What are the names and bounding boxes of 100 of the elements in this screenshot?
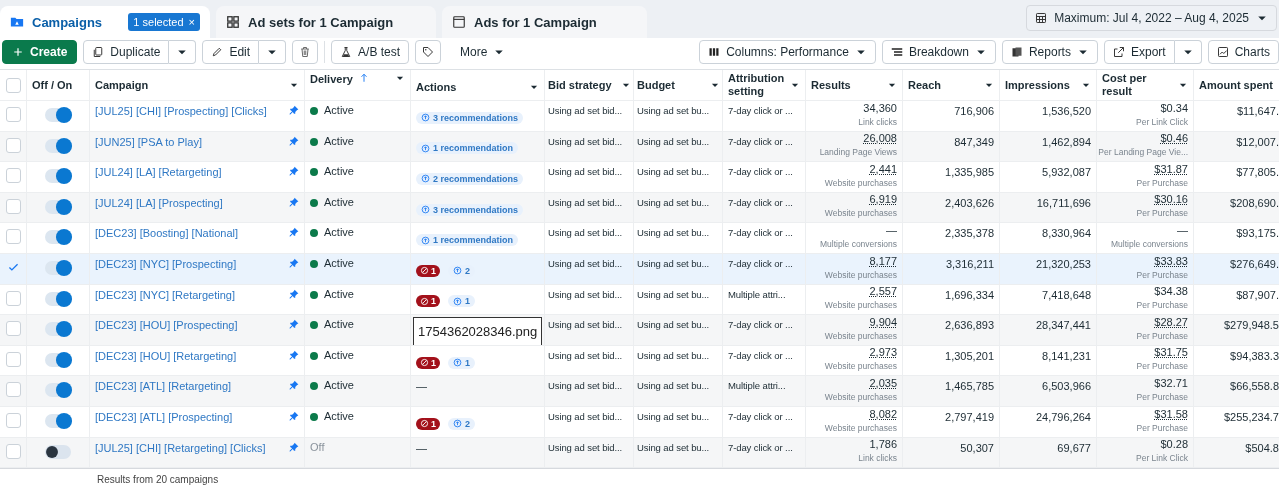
pin-icon [289, 257, 299, 268]
toggle-switch[interactable] [45, 230, 71, 245]
toolbar-button[interactable]: Reports [1001, 39, 1098, 64]
toolbar-button[interactable]: More [447, 39, 519, 64]
row-checkbox[interactable] [5, 382, 21, 398]
toggle-switch[interactable] [45, 138, 71, 153]
column-header[interactable]: Actions [411, 70, 545, 100]
column-header[interactable]: Cost per result [1097, 70, 1194, 100]
bid-strategy-text: Using ad set bid... [548, 105, 623, 116]
toggle-switch[interactable] [45, 413, 71, 428]
row-checkbox[interactable] [5, 443, 21, 459]
toolbar-button[interactable]: Export [1103, 39, 1175, 64]
campaign-link[interactable]: [DEC23] [HOU] [Prospecting] [95, 319, 238, 332]
recommendations-badge[interactable]: 3 recommendations [416, 203, 524, 216]
campaign-link[interactable]: [JUL24] [LA] [Retargeting] [95, 166, 222, 179]
column-header[interactable]: Impressions [1000, 70, 1097, 100]
recommendations-badge[interactable]: 2 [448, 417, 476, 430]
status-dot [310, 290, 318, 299]
tab-label[interactable]: Campaigns [32, 14, 121, 30]
column-header[interactable]: Campaign [90, 70, 305, 100]
toggle-switch[interactable] [45, 352, 71, 367]
row-checkbox[interactable] [5, 137, 21, 153]
tag-button[interactable] [415, 39, 442, 64]
select-all-checkbox[interactable] [5, 77, 21, 93]
recommendations-badge[interactable]: 1 [448, 295, 476, 308]
column-header[interactable]: Delivery [305, 70, 411, 100]
recommendations-badge[interactable]: 3 recommendations [416, 111, 524, 124]
toggle-switch[interactable] [45, 169, 71, 184]
dropdown-button[interactable] [169, 39, 197, 64]
recommendations-badge[interactable]: 1 recommendation [416, 142, 519, 155]
row-checkbox[interactable] [5, 198, 21, 214]
column-header[interactable]: Reach [903, 70, 1000, 100]
row-checkbox[interactable] [5, 107, 21, 122]
error-badge[interactable]: 1 [416, 417, 440, 430]
tab[interactable]: Campaigns 1 selected × [0, 6, 210, 38]
campaign-link[interactable]: [JUL25] [CHI] [Prospecting] [Clicks] [95, 105, 267, 118]
toggle-switch[interactable] [45, 108, 71, 122]
toolbar-button[interactable]: Edit [202, 39, 260, 64]
toggle-switch[interactable] [45, 199, 71, 214]
tab-label[interactable]: Ad sets for 1 Campaign [248, 14, 426, 30]
column-header[interactable]: Results [806, 70, 903, 100]
column-header[interactable]: Off / On [27, 70, 90, 100]
toolbar-button[interactable]: Columns: Performance [699, 39, 876, 64]
window-icon [452, 15, 466, 29]
error-badge[interactable]: 1 [416, 264, 440, 277]
toggle-switch[interactable] [45, 260, 71, 275]
reach-value: 1,696,334 [945, 288, 994, 301]
dropdown-button[interactable] [1174, 39, 1202, 64]
toolbar-button[interactable]: Breakdown [881, 39, 996, 64]
column-header[interactable]: Bid strategy [545, 70, 634, 100]
delivery-status: Active [324, 287, 354, 300]
recommendations-badge[interactable]: 1 recommendation [416, 234, 519, 247]
error-badge[interactable]: 1 [416, 295, 440, 308]
tab[interactable]: Ads for 1 Campaign [442, 6, 647, 38]
calendar-icon [1035, 12, 1048, 24]
tab[interactable]: Ad sets for 1 Campaign [216, 6, 436, 38]
column-header[interactable]: Amount spent [1194, 70, 1279, 100]
result-type: Link clicks [858, 453, 897, 464]
row-checkbox[interactable] [5, 290, 21, 306]
dropdown-button[interactable] [259, 39, 287, 64]
row-checkbox[interactable] [5, 321, 21, 337]
campaign-link[interactable]: [JUL24] [LA] [Prospecting] [95, 196, 223, 209]
campaign-link[interactable]: [DEC23] [NYC] [Retargeting] [95, 288, 235, 301]
campaign-link[interactable]: [JUN25] [PSA to Play] [95, 135, 202, 148]
toggle-switch[interactable] [45, 322, 71, 337]
cost-value: $31.87 [1154, 162, 1188, 175]
cost-type: Per Purchase [1136, 269, 1188, 280]
row-checkbox[interactable] [5, 412, 21, 428]
tab-label[interactable]: Ads for 1 Campaign [474, 14, 637, 30]
trash-button[interactable] [292, 39, 319, 64]
impressions-value: 21,320,253 [1035, 257, 1091, 270]
toggle-switch[interactable] [45, 383, 71, 398]
recommendations-badge[interactable]: 1 [448, 356, 476, 369]
status-dot [310, 168, 318, 177]
recommendations-badge[interactable]: 2 recommendations [416, 173, 524, 185]
toggle-switch[interactable] [45, 444, 71, 459]
impressions-value: 7,418,648 [1042, 288, 1091, 301]
campaign-link[interactable]: [DEC23] [Boosting] [National] [95, 227, 239, 240]
cost-type: Per Purchase [1136, 422, 1188, 433]
campaign-link[interactable]: [DEC23] [ATL] [Prospecting] [95, 410, 233, 424]
campaign-link[interactable]: [JUL25] [CHI] [Retargeting] [Clicks] [95, 441, 266, 454]
error-badge[interactable]: 1 [416, 356, 440, 369]
row-checkbox[interactable] [5, 168, 21, 184]
create-button[interactable]: Create [2, 39, 78, 64]
campaign-link[interactable]: [DEC23] [ATL] [Retargeting] [95, 380, 232, 393]
budget-text: Using ad set bu... [637, 441, 710, 453]
campaign-link[interactable]: [DEC23] [NYC] [Prospecting] [95, 257, 237, 271]
toggle-switch[interactable] [45, 291, 71, 306]
budget-text: Using ad set bu... [637, 257, 710, 269]
toolbar-button[interactable]: Duplicate [83, 39, 170, 64]
row-checkbox[interactable] [5, 229, 21, 245]
row-checkbox[interactable] [5, 351, 21, 367]
column-header[interactable]: Attribution setting [723, 70, 806, 100]
toolbar-button[interactable]: A/B test [331, 39, 410, 64]
toolbar-button[interactable]: Charts [1207, 39, 1279, 64]
column-header[interactable]: Budget [634, 70, 723, 100]
pin-icon [289, 410, 299, 421]
selection-chip[interactable]: 1 selected × [128, 13, 200, 31]
date-range-button[interactable]: Maximum: Jul 4, 2022 – Aug 4, 2025 [1026, 5, 1277, 31]
campaign-link[interactable]: [DEC23] [HOU] [Retargeting] [95, 349, 237, 362]
